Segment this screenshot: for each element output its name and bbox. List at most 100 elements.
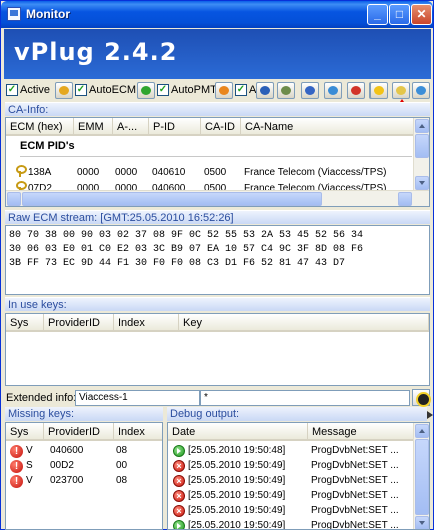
ca-info-table: ECM (hex) EMM A-... P-ID CA-ID CA-Name E… (5, 117, 430, 207)
missing-sys[interactable]: V (26, 474, 33, 488)
ok-status-icon (173, 445, 185, 457)
scroll-left-icon[interactable] (7, 192, 21, 206)
maximize-button[interactable]: □ (389, 4, 410, 25)
save-icon[interactable] (256, 82, 274, 99)
red-pen-icon[interactable] (347, 82, 365, 99)
radiation-icon[interactable] (412, 389, 431, 407)
col-sys[interactable]: Sys (6, 423, 44, 441)
col-emm[interactable]: EMM (74, 118, 113, 136)
ca-info-header: CA-Info: (5, 102, 430, 116)
scroll-thumb[interactable] (415, 439, 429, 515)
debug-date[interactable]: [25.05.2010 19:50:49] (188, 489, 285, 503)
debug-message: ProgDvbNet:SET ... (311, 490, 399, 501)
raw-ecm-text[interactable]: 80 70 38 00 90 03 02 37 08 9F 0C 52 55 5… (5, 225, 430, 295)
error-icon: ! (10, 445, 23, 458)
col-providerid[interactable]: ProviderID (44, 314, 114, 332)
raw-ecm-header: Raw ECM stream: [GMT:25.05.2010 16:52:26… (5, 210, 430, 224)
error-icon: ! (10, 475, 23, 488)
row1-caid: 0500 (204, 167, 227, 178)
window-title: Monitor (26, 7, 70, 21)
minimize-button[interactable]: _ (367, 4, 388, 25)
col-providerid[interactable]: ProviderID (44, 423, 114, 441)
autoecm-checkbox[interactable]: ✓ (75, 84, 87, 96)
key-icon (16, 165, 27, 177)
missing-provider: 040600 (50, 445, 84, 456)
g-icon[interactable] (301, 82, 319, 99)
col-caid[interactable]: CA-ID (201, 118, 241, 136)
debug-date[interactable]: [25.05.2010 19:50:49] (188, 459, 285, 473)
debug-date[interactable]: [25.05.2010 19:50:49] (188, 504, 285, 518)
row1-ecm[interactable]: 138A (28, 166, 51, 180)
col-index[interactable]: Index (114, 423, 162, 441)
extended-info-field-2[interactable]: * (200, 390, 410, 406)
active-checkbox[interactable]: ✓ (6, 84, 18, 96)
col-a[interactable]: A-... (113, 118, 149, 136)
debug-date[interactable]: [25.05.2010 19:50:49] (188, 519, 285, 529)
error-icon: ! (10, 460, 23, 473)
col-index[interactable]: Index (114, 314, 179, 332)
scroll-up-icon[interactable] (415, 424, 429, 438)
ca-info-hscrollbar[interactable] (6, 190, 429, 206)
database-icon[interactable] (412, 82, 430, 99)
a-checkbox[interactable]: ✓ (235, 84, 247, 96)
error-status-icon: × (173, 475, 185, 487)
extended-info-bar: Extended info: Viaccess-1 * (5, 389, 431, 407)
debug-message: ProgDvbNet:SET ... (311, 475, 399, 486)
debug-date[interactable]: [25.05.2010 19:50:49] (188, 474, 285, 488)
ok-status-icon (173, 520, 185, 529)
debug-scrollbar[interactable] (413, 423, 429, 529)
app-name: vPlug 2.4.2 (14, 38, 178, 66)
group-label: ECM PID's (20, 140, 75, 152)
hscroll-thumb[interactable] (22, 192, 322, 206)
quote-icon[interactable] (324, 82, 342, 99)
panel-resize-icon[interactable] (427, 409, 434, 419)
in-use-keys-header: In use keys: (5, 297, 430, 311)
ecm-line-2: 30 06 03 E0 01 C0 E2 03 3C B9 07 EA 10 5… (9, 244, 364, 255)
divider (20, 156, 412, 157)
ecm-line-3: 3B FF 73 EC 9D 44 F1 30 F0 F0 08 C3 D1 F… (9, 258, 346, 269)
note-icon[interactable] (392, 82, 410, 99)
missing-keys-header: Missing keys: (5, 407, 163, 421)
extended-info-field[interactable]: Viaccess-1 (75, 390, 200, 406)
col-sys[interactable]: Sys (6, 314, 44, 332)
close-button[interactable]: ✕ (411, 4, 432, 25)
scroll-thumb[interactable] (415, 134, 429, 158)
ecm-line-1: 80 70 38 00 90 03 02 37 08 9F 0C 52 55 5… (9, 230, 364, 241)
ai-icon[interactable] (277, 82, 295, 99)
debug-date[interactable]: [25.05.2010 19:50:48] (188, 444, 285, 458)
active-label: Active (20, 84, 50, 96)
debug-message: ProgDvbNet:SET ... (311, 445, 399, 456)
autopmt-label: AutoPMT (171, 84, 217, 96)
scroll-up-icon[interactable] (415, 119, 429, 133)
col-pid[interactable]: P-ID (149, 118, 201, 136)
toolbar: ✓ Active ✓ AutoECM ✓ AutoPMT ✓ A (4, 81, 431, 101)
autoecm-label: AutoECM (89, 84, 137, 96)
orange-circle-icon[interactable] (215, 82, 233, 99)
error-status-icon: × (173, 490, 185, 502)
missing-sys[interactable]: S (26, 459, 33, 473)
pencil-icon[interactable] (55, 82, 73, 99)
autopmt-checkbox[interactable]: ✓ (157, 84, 169, 96)
row1-a: 0000 (115, 167, 138, 178)
ca-info-scrollbar[interactable] (413, 118, 429, 192)
green-circle-icon[interactable] (137, 82, 155, 99)
debug-output-table: Date Message [25.05.2010 19:50:48] ProgD… (167, 422, 430, 530)
error-status-icon: × (173, 505, 185, 517)
scroll-down-icon[interactable] (415, 516, 429, 529)
star-icon[interactable] (370, 82, 388, 99)
extended-info-label: Extended info: (6, 392, 77, 404)
missing-keys-table: Sys ProviderID Index ! V 040600 08 ! S 0… (5, 422, 163, 530)
col-date[interactable]: Date (168, 423, 308, 441)
error-status-icon: × (173, 460, 185, 472)
scroll-right-icon[interactable] (398, 192, 412, 206)
debug-output-header: Debug output: (167, 407, 427, 421)
row1-caname: France Telecom (Viaccess/TPS) (244, 167, 387, 178)
col-key[interactable]: Key (179, 314, 429, 332)
scroll-down-icon[interactable] (415, 176, 429, 190)
col-message[interactable]: Message (308, 423, 415, 441)
col-ecm[interactable]: ECM (hex) (6, 118, 74, 136)
col-caname[interactable]: CA-Name (241, 118, 415, 136)
title-bar[interactable]: Monitor _ □ ✕ (1, 1, 433, 28)
debug-message: ProgDvbNet:SET ... (311, 505, 399, 516)
missing-sys[interactable]: V (26, 444, 33, 458)
